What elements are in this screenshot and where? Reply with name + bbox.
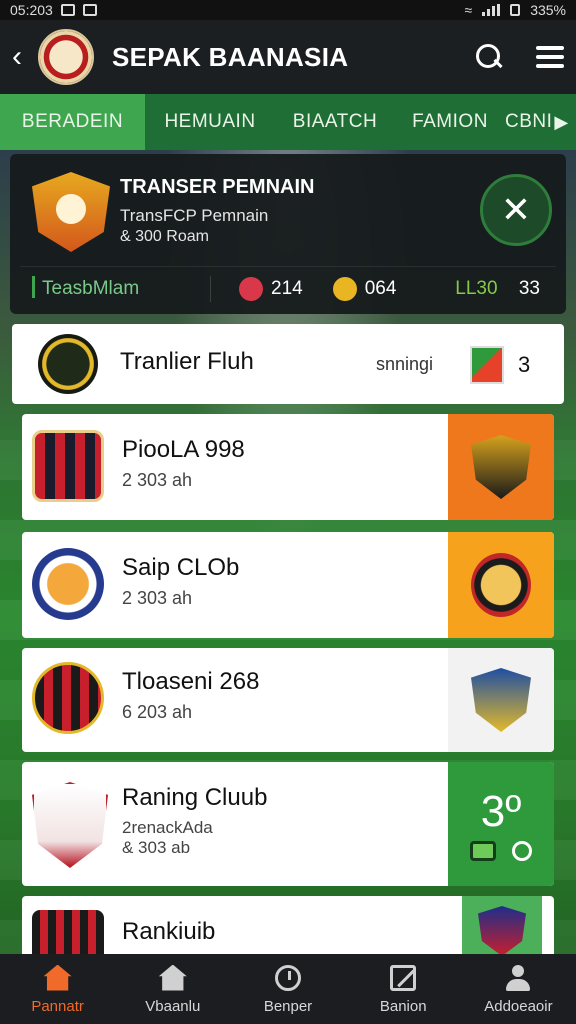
- club-meta-secondary: & 303 ab: [122, 838, 191, 857]
- battery-percent: 335%: [530, 2, 566, 18]
- featured-meta: & 300 Roam: [120, 228, 209, 245]
- featured-subtitle: TransFCP Pemnain: [120, 206, 269, 225]
- stat-accent-bar: [32, 276, 35, 298]
- club-thumbnail: [448, 532, 554, 638]
- tab-cbni-label: CBNI: [505, 111, 553, 132]
- club-crest-icon: [32, 548, 104, 620]
- club-score-panel: 3º: [448, 762, 554, 886]
- app-logo: [38, 29, 94, 85]
- club-meta: 2renackAda: [122, 818, 213, 837]
- flag-icon: [470, 346, 504, 384]
- tab-biaatch[interactable]: BIAATCH: [275, 94, 395, 150]
- battery-icon: [510, 4, 521, 16]
- badge-icon: [478, 906, 526, 956]
- home-icon: [158, 964, 187, 991]
- profile-icon: [505, 964, 531, 991]
- nav-label: Pannatr: [31, 997, 84, 1015]
- status-time: 05:203: [10, 2, 53, 18]
- nav-label: Vbaanlu: [145, 997, 201, 1015]
- list-item[interactable]: PiooLA 998 2 303 ah: [22, 414, 554, 520]
- nav-edit[interactable]: Banion: [346, 954, 461, 1024]
- club-meta: 2 303 ah: [122, 470, 193, 490]
- status-bar: 05:203 ≈ 335%: [0, 0, 576, 20]
- featured-stats: TeasbMlam 214 064 LL30 33: [42, 276, 540, 302]
- stat-value: 064: [364, 278, 397, 299]
- back-arrow-icon[interactable]: ‹: [12, 40, 32, 74]
- search-icon[interactable]: [476, 44, 502, 70]
- app-bar: ‹ SEPAK BAANASIA: [0, 20, 576, 94]
- list-item[interactable]: Saip CLOb 2 303 ah: [22, 532, 554, 638]
- rank-value: 3: [518, 352, 531, 377]
- smile-icon: [332, 277, 357, 301]
- list-item[interactable]: Raning Cluub 2renackAda & 303 ab 3º: [22, 762, 554, 886]
- tab-beradein[interactable]: BERADEIN: [0, 94, 145, 150]
- nav-label: Banion: [379, 997, 427, 1015]
- club-name: Rankiuib: [122, 918, 216, 945]
- nav-schedule[interactable]: Benper: [230, 954, 345, 1024]
- club-meta: 2 303 ah: [122, 588, 193, 608]
- tab-bar: BERADEIN HEMUAIN BIAATCH FAMION CBNI ▶: [0, 94, 576, 150]
- club-thumbnail: [448, 414, 554, 520]
- club-crest-icon: [32, 172, 110, 252]
- club-name: PiooLA 998: [122, 436, 245, 463]
- tab-hemuain[interactable]: HEMUAIN: [145, 94, 275, 150]
- club-crest-icon: [32, 782, 108, 868]
- nav-home[interactable]: Pannatr: [0, 954, 115, 1024]
- rank-label: snningi: [376, 354, 434, 374]
- nav-label: Benper: [263, 997, 313, 1015]
- club-name: Saip CLOb: [122, 554, 240, 581]
- badge-icon: [471, 435, 531, 499]
- nav-label: Addoeaoir: [484, 997, 553, 1015]
- list-item[interactable]: Tranlier Fluh snningi 3: [12, 324, 564, 404]
- club-name: Tloaseni 268: [122, 668, 260, 695]
- badge-icon: [471, 668, 531, 732]
- nav-profile[interactable]: Addoeaoir: [461, 954, 576, 1024]
- bottom-nav: Pannatr Vbaanlu Benper Banion Addoeaoir: [0, 954, 576, 1024]
- tab-cbni[interactable]: CBNI ▶: [505, 94, 568, 150]
- club-name: Tranlier Fluh: [120, 348, 254, 375]
- search-icon[interactable]: [512, 841, 532, 861]
- club-name: Raning Cluub: [122, 784, 268, 811]
- club-crest-icon: [32, 430, 104, 502]
- close-button[interactable]: ✕: [480, 174, 552, 246]
- featured-card[interactable]: TRANSER PEMNAIN TransFCP Pemnain & 300 R…: [10, 154, 566, 314]
- edit-icon: [390, 964, 417, 991]
- close-icon: ✕: [500, 189, 532, 230]
- stat-value: 33: [518, 278, 540, 299]
- club-crest-icon: [38, 334, 98, 394]
- ball-icon: [239, 277, 263, 301]
- menu-icon[interactable]: [536, 46, 564, 68]
- chevron-right-icon[interactable]: ▶: [554, 112, 568, 133]
- stat-value: LL30: [455, 278, 498, 299]
- divider: [210, 276, 211, 302]
- stat-value: 214: [271, 278, 303, 299]
- club-meta: 6 203 ah: [122, 702, 193, 722]
- list-item[interactable]: Tloaseni 268 6 203 ah: [22, 648, 554, 752]
- clock-icon: [275, 964, 301, 991]
- mail-icon: [82, 4, 97, 16]
- score-value: 3º: [480, 787, 522, 836]
- signal-icon: [482, 4, 501, 16]
- club-crest-icon: [32, 662, 104, 734]
- camera-icon[interactable]: [470, 841, 496, 861]
- app-title: SEPAK BAANASIA: [112, 41, 349, 72]
- home-icon: [43, 964, 72, 991]
- divider: [20, 266, 556, 267]
- badge-icon: [471, 553, 531, 617]
- wifi-icon: ≈: [464, 2, 473, 18]
- featured-title: TRANSER PEMNAIN: [120, 176, 315, 198]
- club-thumbnail: [448, 648, 554, 752]
- nav-club[interactable]: Vbaanlu: [115, 954, 230, 1024]
- notification-icon: [60, 4, 75, 16]
- stats-label: TeasbMlam: [42, 278, 140, 299]
- tab-famion[interactable]: FAMION: [395, 94, 505, 150]
